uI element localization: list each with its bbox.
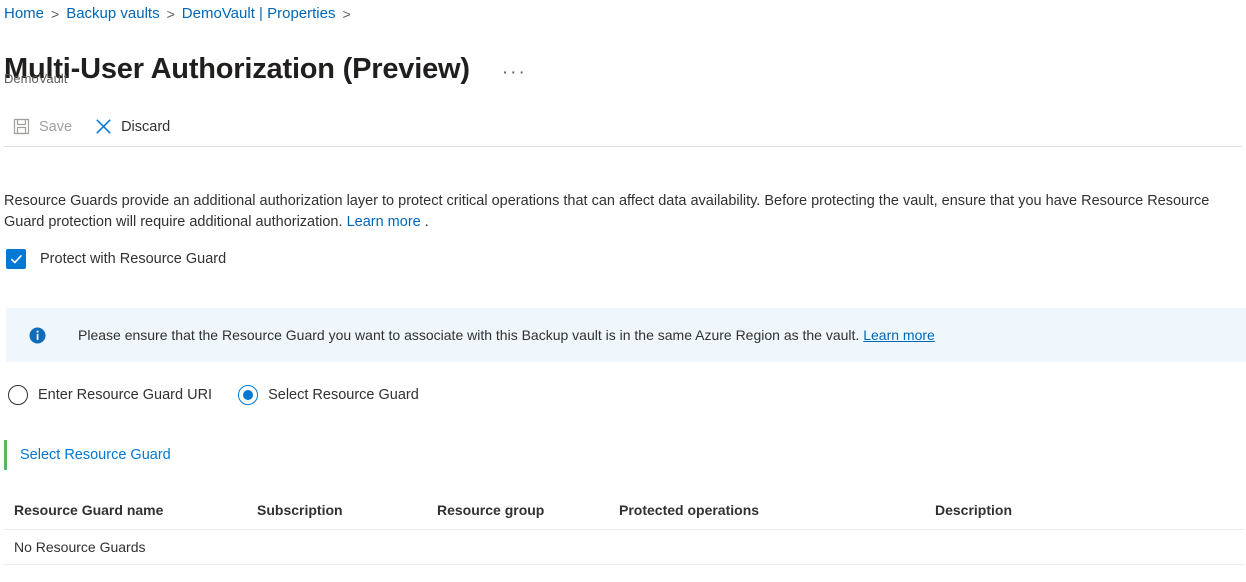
description-text: Resource Guards provide an additional au… bbox=[4, 193, 1209, 230]
discard-button[interactable]: Discard bbox=[91, 112, 179, 142]
radio-enter-uri-label: Enter Resource Guard URI bbox=[38, 385, 212, 405]
info-banner-text-wrap: Please ensure that the Resource Guard yo… bbox=[78, 326, 935, 345]
description-text-tail: . bbox=[421, 214, 429, 230]
breadcrumb: Home > Backup vaults > DemoVault | Prope… bbox=[4, 3, 358, 25]
table-header-row: Resource Guard name Subscription Resourc… bbox=[4, 492, 1244, 530]
radio-select-resource-guard[interactable]: Select Resource Guard bbox=[238, 385, 419, 405]
table-empty-row: No Resource Guards bbox=[4, 530, 1244, 565]
breadcrumb-item-demovault-properties[interactable]: DemoVault | Properties bbox=[182, 3, 336, 25]
info-banner: Please ensure that the Resource Guard yo… bbox=[6, 308, 1246, 362]
status-accent-bar bbox=[4, 440, 7, 470]
radio-unselected-icon bbox=[8, 385, 28, 405]
radio-enter-resource-guard-uri[interactable]: Enter Resource Guard URI bbox=[8, 385, 212, 405]
breadcrumb-separator: > bbox=[342, 3, 350, 25]
save-button[interactable]: Save bbox=[9, 112, 81, 142]
discard-label: Discard bbox=[121, 117, 170, 137]
column-header-subscription[interactable]: Subscription bbox=[257, 501, 437, 520]
description-learn-more-link[interactable]: Learn more bbox=[347, 214, 421, 230]
info-banner-text: Please ensure that the Resource Guard yo… bbox=[78, 327, 863, 343]
title-row: Multi-User Authorization (Preview) ··· bbox=[4, 32, 531, 107]
save-label: Save bbox=[39, 117, 72, 137]
resource-guard-source-radio-group: Enter Resource Guard URI Select Resource… bbox=[8, 385, 419, 405]
column-header-protected-operations[interactable]: Protected operations bbox=[619, 501, 935, 520]
resource-guards-table: Resource Guard name Subscription Resourc… bbox=[4, 492, 1244, 565]
breadcrumb-separator: > bbox=[167, 3, 175, 25]
breadcrumb-item-backup-vaults[interactable]: Backup vaults bbox=[66, 3, 159, 25]
description-paragraph: Resource Guards provide an additional au… bbox=[4, 191, 1244, 233]
select-resource-guard-action[interactable]: Select Resource Guard bbox=[0, 440, 171, 470]
mua-properties-page: Home > Backup vaults > DemoVault | Prope… bbox=[0, 0, 1246, 582]
column-header-resource-group[interactable]: Resource group bbox=[437, 501, 619, 520]
table-empty-message: No Resource Guards bbox=[4, 538, 146, 557]
select-resource-guard-link[interactable]: Select Resource Guard bbox=[20, 445, 171, 465]
checkbox-checked-icon bbox=[6, 249, 26, 269]
breadcrumb-separator: > bbox=[51, 3, 59, 25]
radio-select-guard-label: Select Resource Guard bbox=[268, 385, 419, 405]
close-x-icon bbox=[94, 117, 113, 136]
page-title: Multi-User Authorization (Preview) bbox=[4, 51, 470, 87]
command-bar-divider bbox=[4, 146, 1242, 147]
protect-checkbox-label: Protect with Resource Guard bbox=[40, 249, 226, 269]
save-floppy-icon bbox=[12, 117, 31, 136]
page-subtitle: DemoVault bbox=[4, 70, 67, 88]
column-header-resource-guard-name[interactable]: Resource Guard name bbox=[4, 501, 257, 520]
info-circle-icon bbox=[29, 327, 46, 344]
info-banner-learn-more-link[interactable]: Learn more bbox=[863, 327, 935, 343]
radio-selected-icon bbox=[238, 385, 258, 405]
more-options-icon[interactable]: ··· bbox=[498, 62, 531, 84]
command-bar: Save Discard bbox=[0, 108, 1246, 145]
protect-with-resource-guard-checkbox[interactable]: Protect with Resource Guard bbox=[6, 249, 226, 269]
column-header-description[interactable]: Description bbox=[935, 501, 1235, 520]
breadcrumb-item-home[interactable]: Home bbox=[4, 3, 44, 25]
